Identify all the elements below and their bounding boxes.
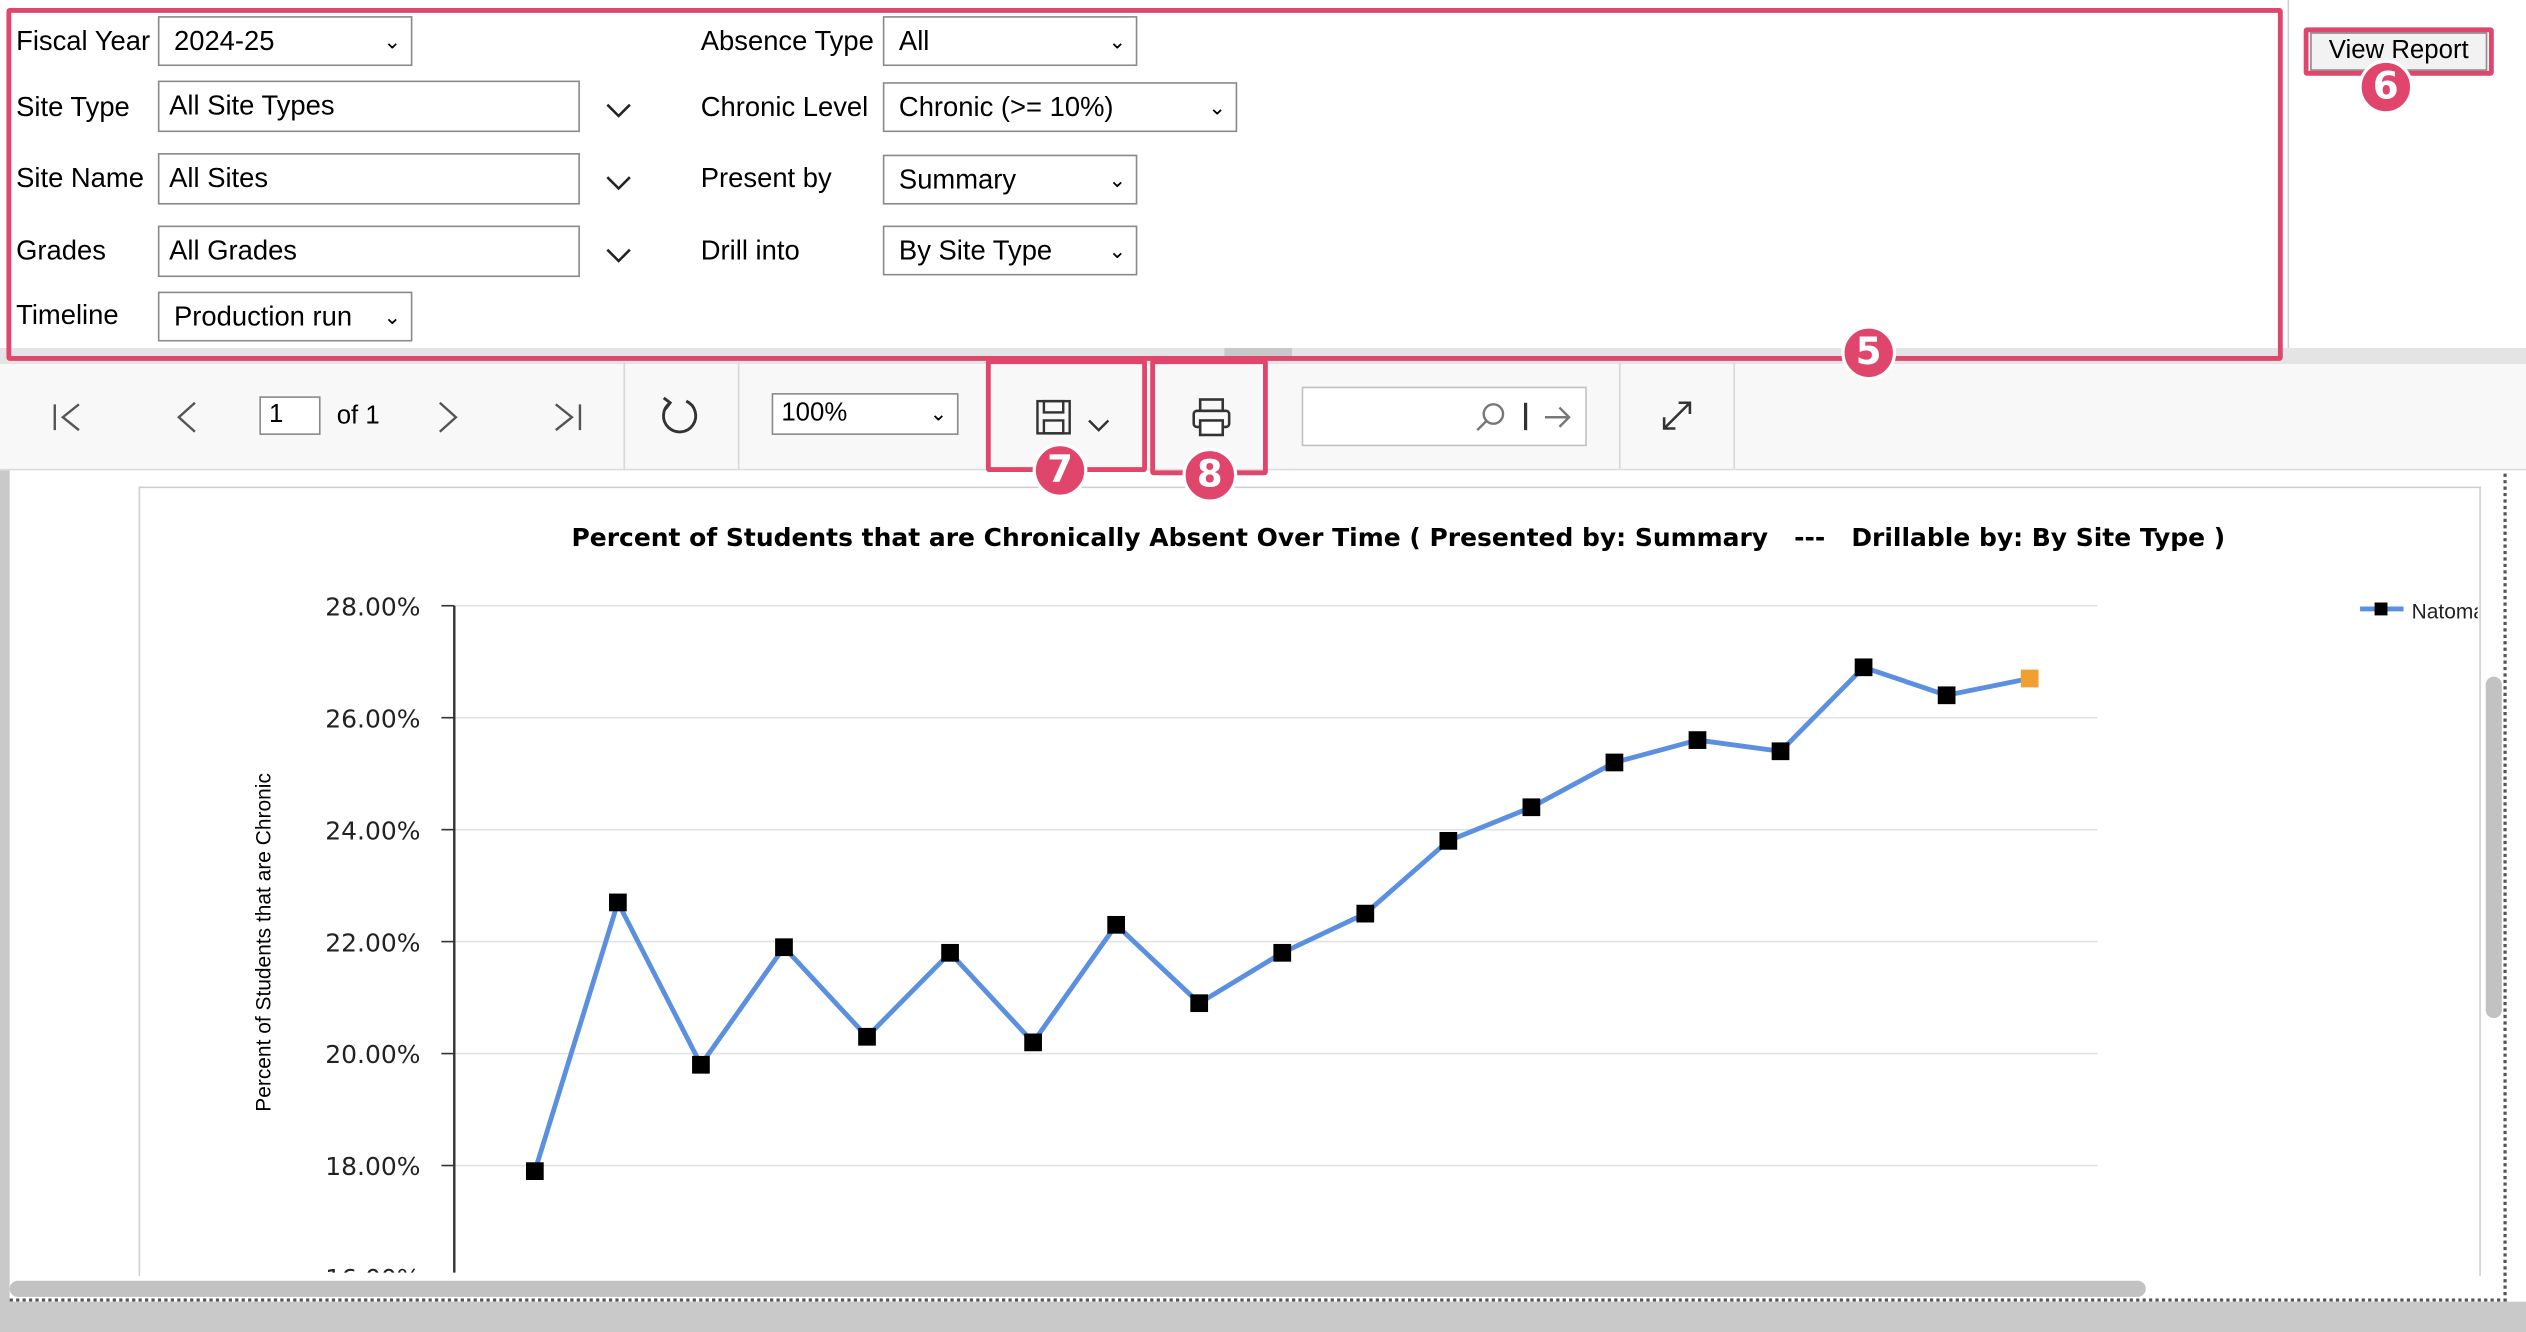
y-tick-label: 20.00% [325, 1040, 420, 1069]
callout-badge-5: 5 [1841, 325, 1897, 381]
legend-marker [2374, 602, 2388, 616]
data-point [1024, 1033, 1042, 1052]
data-point [1107, 915, 1126, 934]
callout-badge-6: 6 [2358, 59, 2414, 115]
data-point [1937, 686, 1956, 705]
series-line [532, 664, 2031, 1172]
data-point [1439, 831, 1458, 850]
parameter-panel-highlight [6, 8, 2283, 361]
data-point [775, 938, 793, 957]
data-point [941, 943, 959, 962]
callout-badge-8: 8 [1182, 447, 1238, 503]
data-point [609, 893, 627, 912]
data-point [692, 1055, 710, 1074]
callout-badge-7: 7 [1032, 443, 1088, 498]
data-point [1771, 742, 1790, 761]
y-tick-label: 26.00% [325, 704, 420, 733]
y-tick-label: 22.00% [325, 928, 420, 957]
report-viewer: Fiscal Year 2024-25 ⌄ Site Type All Site … [0, 0, 2526, 1332]
data-point [1605, 753, 1624, 772]
data-point [858, 1027, 876, 1046]
y-tick-label: 28.00% [325, 592, 420, 621]
data-point [1522, 798, 1541, 817]
data-point [1688, 731, 1707, 749]
data-point [1854, 658, 1873, 677]
y-tick-label: 24.00% [325, 816, 420, 845]
chart-ylabel: Percent of Students that are Chronic [253, 773, 276, 1112]
legend-label: Natoma [2412, 601, 2486, 624]
y-tick-label: 16.00% [325, 1264, 420, 1293]
data-point [1190, 994, 1209, 1013]
data-point [525, 1162, 544, 1180]
data-point [2020, 669, 2039, 688]
data-point [1356, 904, 1375, 923]
y-tick-label: 18.00% [325, 1152, 420, 1181]
chart-title: Percent of Students that are Chronically… [572, 523, 2226, 552]
data-point [1273, 943, 1292, 962]
